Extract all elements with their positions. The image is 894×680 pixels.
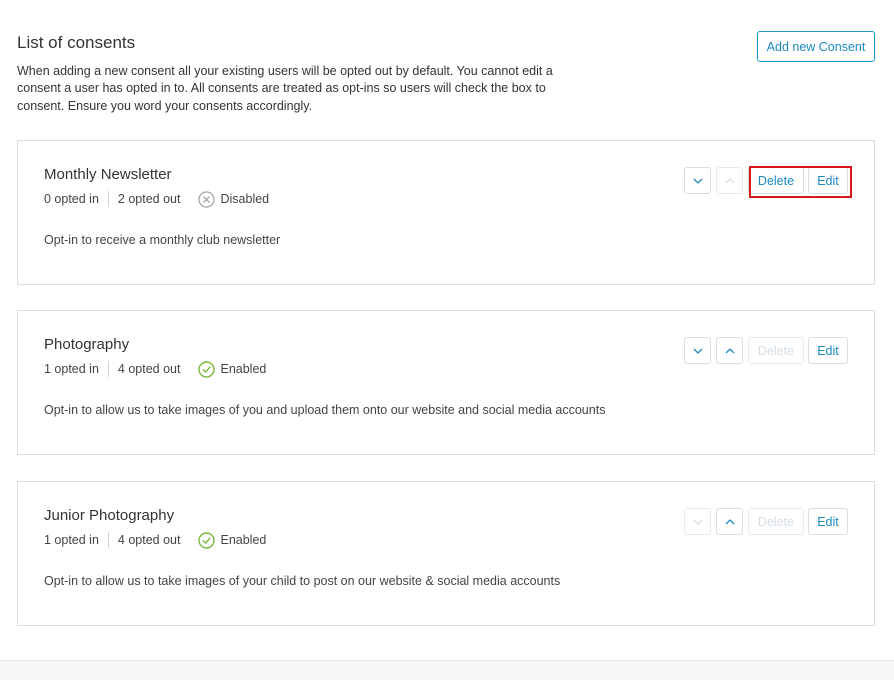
edit-button[interactable]: Edit [808, 167, 848, 194]
status-badge: Disabled [198, 190, 270, 208]
status-label: Enabled [220, 533, 267, 547]
move-up-button[interactable] [716, 167, 743, 194]
opted-out-count: 4 opted out [117, 362, 181, 376]
add-new-consent-button[interactable]: Add new Consent [757, 31, 875, 62]
move-down-button[interactable] [684, 337, 711, 364]
move-down-button[interactable] [684, 167, 711, 194]
edit-button[interactable]: Edit [808, 337, 848, 364]
consent-stats: 1 opted in 4 opted out Enabled [44, 360, 266, 378]
enabled-check-circle-icon [198, 531, 216, 549]
consent-card-junior-photography: Junior Photography 1 opted in 4 opted ou… [17, 481, 875, 626]
disabled-circle-x-icon [198, 190, 216, 208]
consent-card-photography: Photography 1 opted in 4 opted out Enabl… [17, 310, 875, 455]
opted-out-count: 4 opted out [117, 533, 181, 547]
consent-title: Junior Photography [44, 507, 175, 524]
consent-title: Photography [44, 336, 130, 353]
status-badge: Enabled [198, 531, 267, 549]
status-badge: Enabled [198, 360, 267, 378]
enabled-check-circle-icon [198, 360, 216, 378]
consent-description: Opt-in to allow us to take images of you… [44, 574, 561, 588]
opted-in-count: 1 opted in [44, 361, 109, 377]
chevron-down-icon [693, 519, 702, 525]
consent-title: Monthly Newsletter [44, 166, 172, 183]
move-down-button[interactable] [684, 508, 711, 535]
consent-description: Opt-in to receive a monthly club newslet… [44, 233, 281, 247]
edit-button[interactable]: Edit [808, 508, 848, 535]
opted-out-count: 2 opted out [117, 192, 181, 206]
consents-page: List of consents When adding a new conse… [0, 0, 894, 680]
chevron-down-icon [693, 348, 702, 354]
delete-button[interactable]: Delete [748, 167, 804, 194]
consent-card-monthly-newsletter: Monthly Newsletter 0 opted in 2 opted ou… [17, 140, 875, 285]
chevron-up-icon [725, 177, 734, 183]
chevron-up-icon [725, 518, 734, 524]
consent-stats: 0 opted in 2 opted out Disabled [44, 190, 269, 208]
consent-stats: 1 opted in 4 opted out Enabled [44, 531, 266, 549]
page-description: When adding a new consent all your exist… [17, 64, 553, 113]
opted-in-count: 1 opted in [44, 532, 109, 548]
consent-description: Opt-in to allow us to take images of you… [44, 403, 606, 417]
chevron-up-icon [725, 347, 734, 353]
status-label: Enabled [220, 362, 267, 376]
status-label: Disabled [220, 192, 270, 206]
page-title: List of consents [17, 33, 136, 52]
move-up-button[interactable] [716, 337, 743, 364]
chevron-down-icon [693, 178, 702, 184]
page-footer-divider [0, 660, 894, 680]
move-up-button[interactable] [716, 508, 743, 535]
opted-in-count: 0 opted in [44, 191, 109, 207]
delete-button[interactable]: Delete [748, 337, 804, 364]
delete-button[interactable]: Delete [748, 508, 804, 535]
